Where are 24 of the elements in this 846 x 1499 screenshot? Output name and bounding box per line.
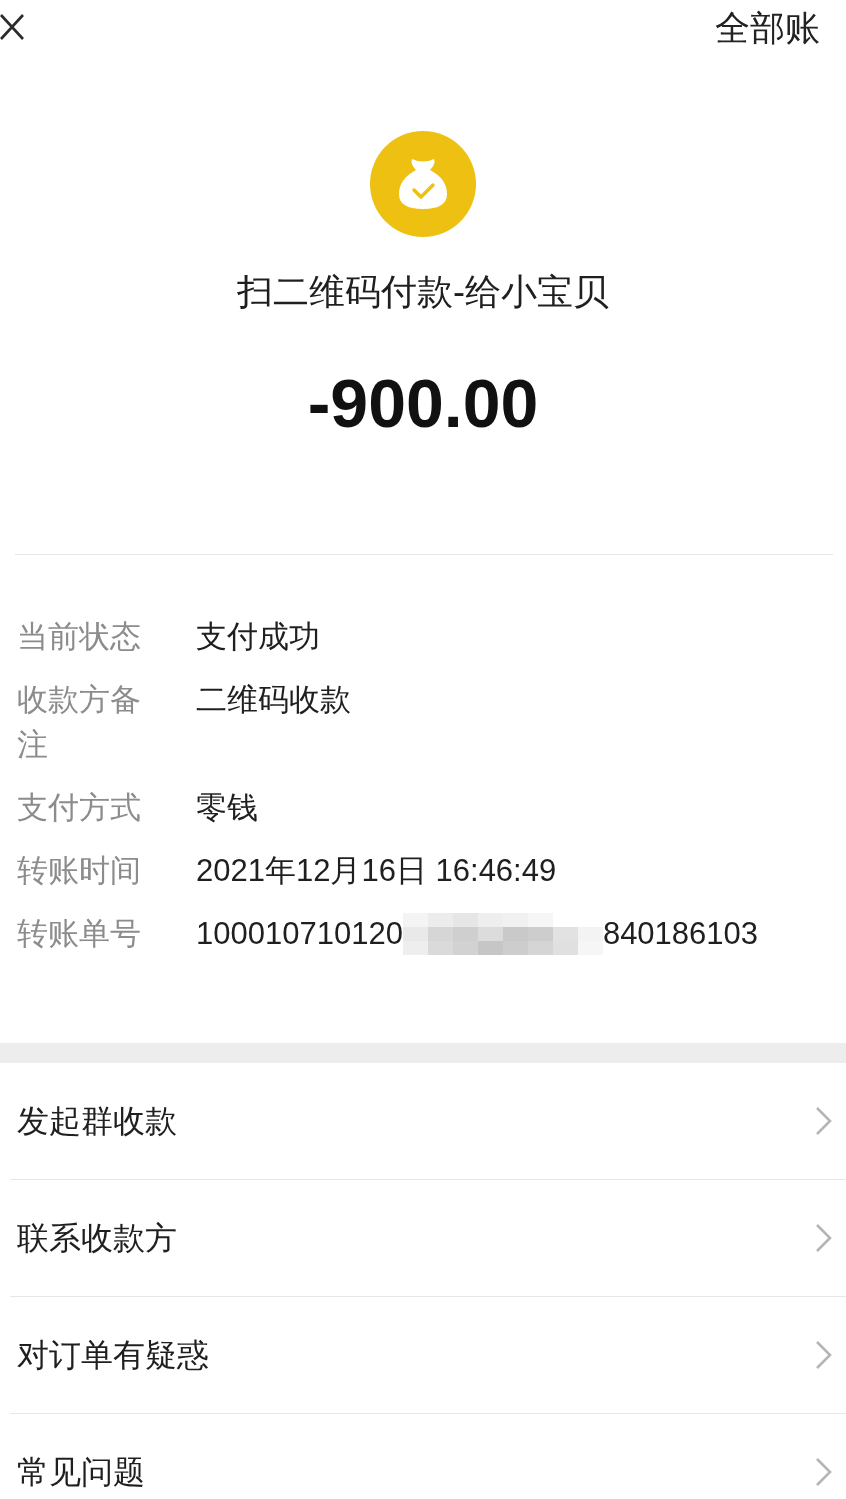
detail-value: 零钱 — [196, 789, 258, 827]
menu-item[interactable]: 发起群收款 — [10, 1063, 846, 1180]
all-bills-link[interactable]: 全部账 — [715, 8, 820, 48]
detail-label: 转账单号 — [17, 915, 142, 953]
detail-value: 2021年12月16日 16:46:49 — [196, 852, 557, 890]
chevron-right-icon — [815, 1223, 832, 1253]
detail-label: 支付方式 — [17, 789, 142, 827]
detail-label: 收款方备注 — [17, 681, 142, 764]
transaction-title: 扫二维码付款-给小宝贝 — [237, 272, 609, 312]
chevron-right-icon — [815, 1457, 832, 1487]
detail-value: 100010710120 — [196, 915, 403, 953]
detail-value: 支付成功 — [196, 618, 320, 656]
close-icon[interactable] — [0, 12, 24, 42]
money-bag-check-icon — [370, 131, 476, 237]
menu-item[interactable]: 对订单有疑惑 — [10, 1297, 846, 1414]
chevron-right-icon — [815, 1106, 832, 1136]
detail-value: 840186103 — [602, 915, 759, 953]
detail-label: 当前状态 — [17, 618, 142, 656]
transaction-amount: -900.00 — [307, 368, 539, 438]
detail-value: 二维码收款 — [196, 681, 351, 719]
detail-label: 转账时间 — [17, 852, 142, 890]
menu-item[interactable]: 联系收款方 — [10, 1180, 846, 1297]
chevron-right-icon — [815, 1340, 832, 1370]
menu-item[interactable]: 常见问题 — [10, 1414, 846, 1499]
